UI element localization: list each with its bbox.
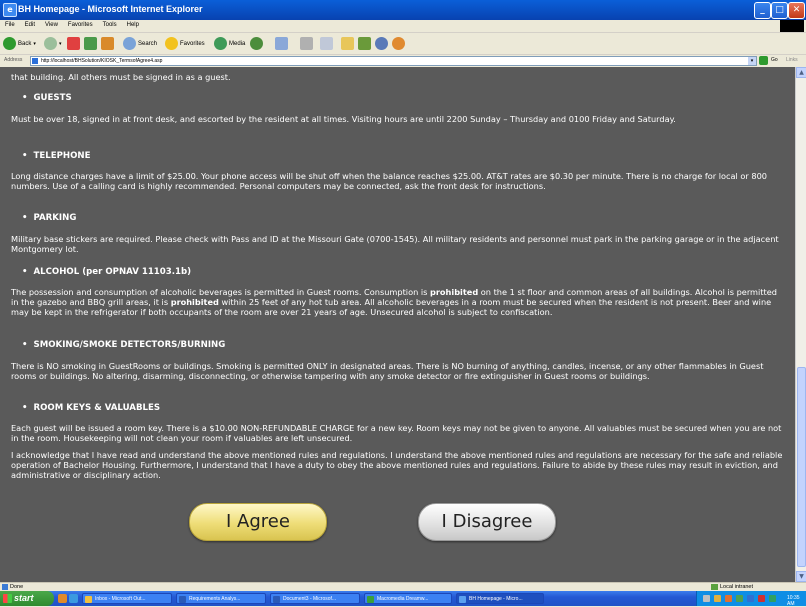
links-button[interactable]: Links xyxy=(786,57,798,63)
go-button[interactable]: Go xyxy=(771,57,778,63)
task-requirements[interactable]: Requirements Analys... xyxy=(176,593,266,604)
home-icon[interactable] xyxy=(101,37,114,50)
disagree-button[interactable]: I Disagree xyxy=(418,503,556,541)
menu-favorites[interactable]: Favorites xyxy=(63,20,98,28)
scroll-up-icon[interactable]: ▲ xyxy=(796,67,806,78)
security-zone: Local intranet xyxy=(720,584,754,590)
heading-smoking: • SMOKING/SMOKE DETECTORS/BURNING xyxy=(22,340,226,350)
menu-view[interactable]: View xyxy=(40,20,63,28)
body-guests: Must be over 18, signed in at front desk… xyxy=(11,114,676,124)
windows-flag-icon xyxy=(3,594,12,603)
outlook-icon xyxy=(85,596,92,603)
menu-bar: File Edit View Favorites Tools Help xyxy=(0,20,806,33)
messenger-icon[interactable] xyxy=(375,37,388,50)
search-icon xyxy=(123,37,136,50)
back-arrow-icon xyxy=(3,37,16,50)
scroll-thumb[interactable] xyxy=(797,367,806,567)
tray-icon-5[interactable] xyxy=(747,595,754,602)
media-button[interactable]: Media xyxy=(214,36,245,51)
forward-button[interactable]: ▾ xyxy=(44,36,62,51)
tray-icon-6[interactable] xyxy=(758,595,765,602)
tray-icon-3[interactable] xyxy=(725,595,732,602)
tray-icon-7[interactable] xyxy=(769,595,776,602)
quicklaunch-icon-2[interactable] xyxy=(69,594,78,603)
tray-icon-1[interactable] xyxy=(703,595,710,602)
media-icon xyxy=(214,37,227,50)
taskbar: start Inbox - Microsoft Out... Requireme… xyxy=(0,591,806,607)
butterfly-icon[interactable] xyxy=(392,37,405,50)
body-parking: Military base stickers are required. Ple… xyxy=(11,234,779,254)
close-button[interactable]: ✕ xyxy=(788,2,805,19)
browser-window: e BH Homepage - Microsoft Internet Explo… xyxy=(0,0,806,592)
address-bar: Address http://localhost/BHSolution/KIOS… xyxy=(0,55,806,66)
word-icon xyxy=(273,596,280,603)
task-document3[interactable]: Document3 - Microsof... xyxy=(270,593,360,604)
address-input[interactable]: http://localhost/BHSolution/KIOSK_Termso… xyxy=(30,56,757,66)
menu-file[interactable]: File xyxy=(0,20,20,28)
acknowledge-text: I acknowledge that I have read and under… xyxy=(11,450,783,480)
go-arrow-icon[interactable] xyxy=(759,56,768,65)
intranet-icon xyxy=(711,584,718,590)
heading-telephone: • TELEPHONE xyxy=(22,151,91,161)
maximize-button[interactable]: □ xyxy=(771,2,788,19)
windows-logo-icon xyxy=(780,20,804,32)
tray-icon-2[interactable] xyxy=(714,595,721,602)
print-icon[interactable] xyxy=(300,37,313,50)
scroll-down-icon[interactable]: ▼ xyxy=(796,571,806,582)
research-icon[interactable] xyxy=(358,37,371,50)
back-button[interactable]: Back ▾ xyxy=(3,36,36,51)
start-button[interactable]: start xyxy=(0,591,54,606)
page-done-icon xyxy=(2,584,8,590)
favorites-button[interactable]: Favorites xyxy=(165,36,205,51)
menu-tools[interactable]: Tools xyxy=(98,20,122,28)
task-dreamweaver[interactable]: Macromedia Dreamw... xyxy=(364,593,452,604)
body-telephone: Long distance charges have a limit of $2… xyxy=(11,171,767,191)
refresh-icon[interactable] xyxy=(84,37,97,50)
menu-help[interactable]: Help xyxy=(122,20,144,28)
ie-icon xyxy=(459,596,466,603)
ie-icon: e xyxy=(3,3,17,17)
mail-icon[interactable] xyxy=(275,37,288,50)
history-icon[interactable] xyxy=(250,37,263,50)
body-room-keys: Each guest will be issued a room key. Th… xyxy=(11,423,782,443)
task-outlook[interactable]: Inbox - Microsoft Out... xyxy=(82,593,172,604)
tray-icon-4[interactable] xyxy=(736,595,743,602)
cut-off-text: that building. All others must be signed… xyxy=(11,72,231,82)
clock: 10:35 AM xyxy=(787,595,800,607)
system-tray: 10:35 AM xyxy=(696,591,806,607)
chevron-down-icon[interactable]: ▾ xyxy=(748,57,756,65)
forward-arrow-icon xyxy=(44,37,57,50)
minimize-button[interactable]: _ xyxy=(754,2,771,19)
vertical-scrollbar[interactable]: ▲ ▼ xyxy=(795,67,806,582)
heading-guests: • GUESTS xyxy=(22,93,72,103)
star-icon xyxy=(165,37,178,50)
address-label: Address xyxy=(4,57,23,63)
heading-parking: • PARKING xyxy=(22,213,77,223)
body-alcohol: The possession and consumption of alcoho… xyxy=(11,287,777,317)
stop-icon[interactable] xyxy=(67,37,80,50)
menu-edit[interactable]: Edit xyxy=(20,20,40,28)
address-url: http://localhost/BHSolution/KIOSK_Termso… xyxy=(41,58,163,64)
toolbar: Back ▾ ▾ Search Favorites Media xyxy=(0,33,806,55)
search-button[interactable]: Search xyxy=(123,36,157,51)
body-smoking: There is NO smoking in GuestRooms or bui… xyxy=(11,361,764,381)
edit-icon[interactable] xyxy=(320,37,333,50)
folder-icon[interactable] xyxy=(341,37,354,50)
dreamweaver-icon xyxy=(367,596,374,603)
heading-alcohol: • ALCOHOL (per OPNAV 11103.1b) xyxy=(22,267,192,277)
page-icon xyxy=(32,58,38,64)
page-content: that building. All others must be signed… xyxy=(0,67,795,582)
quicklaunch-icon-1[interactable] xyxy=(58,594,67,603)
word-icon xyxy=(179,596,186,603)
status-text: Done xyxy=(10,584,24,590)
heading-room-keys: • ROOM KEYS & VALUABLES xyxy=(22,403,161,413)
task-bh-homepage[interactable]: BH Homepage - Micro... xyxy=(456,593,544,604)
window-title: BH Homepage - Microsoft Internet Explore… xyxy=(18,4,203,14)
title-bar: e BH Homepage - Microsoft Internet Explo… xyxy=(0,0,806,20)
agree-button[interactable]: I Agree xyxy=(189,503,327,541)
